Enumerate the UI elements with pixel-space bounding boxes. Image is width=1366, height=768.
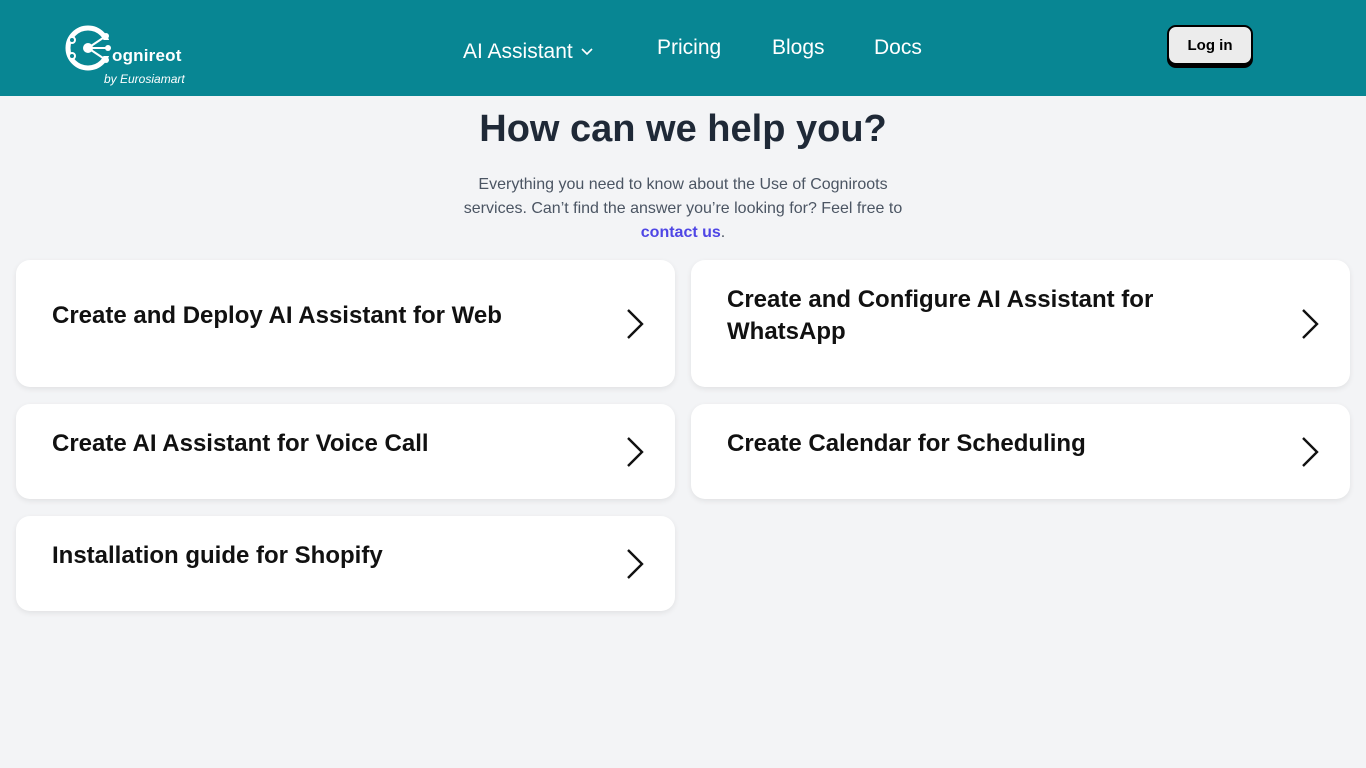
card-deploy-web[interactable]: Create and Deploy AI Assistant for Web	[16, 260, 675, 387]
chevron-right-icon	[627, 437, 644, 467]
page-title: How can we help you?	[479, 108, 887, 150]
card-title: Installation guide for Shopify	[52, 542, 383, 569]
chevron-right-icon	[1302, 309, 1319, 339]
chevron-down-icon	[581, 48, 593, 56]
page-subtitle: Everything you need to know about the Us…	[458, 173, 908, 245]
nav-ai-assistant-label: AI Assistant	[463, 40, 573, 63]
card-title: Create AI Assistant for Voice Call	[52, 430, 429, 457]
card-calendar-scheduling[interactable]: Create Calendar for Scheduling	[691, 404, 1350, 499]
top-header: ognireot by Eurosiamart AI Assistant Pri…	[0, 0, 1366, 96]
nav-ai-assistant-dropdown[interactable]: AI Assistant	[463, 40, 593, 64]
brand-logo[interactable]: ognireot by Eurosiamart	[62, 22, 202, 92]
card-shopify-guide[interactable]: Installation guide for Shopify	[16, 516, 675, 611]
nav-pricing-link[interactable]: Pricing	[657, 36, 721, 60]
subtitle-period: .	[720, 224, 726, 241]
card-title: Create Calendar for Scheduling	[727, 430, 1086, 457]
logo-circuit-icon	[65, 25, 112, 71]
card-configure-whatsapp[interactable]: Create and Configure AI Assistant for Wh…	[691, 260, 1350, 387]
login-button[interactable]: Log in	[1167, 25, 1253, 65]
card-title: Create and Deploy AI Assistant for Web	[52, 302, 502, 329]
chevron-right-icon	[627, 309, 644, 339]
card-voice-call[interactable]: Create AI Assistant for Voice Call	[16, 404, 675, 499]
logo-tagline: by Eurosiamart	[104, 72, 185, 86]
nav-docs-link[interactable]: Docs	[874, 36, 922, 60]
subtitle-text: Everything you need to know about the Us…	[463, 176, 903, 217]
nav-blogs-link[interactable]: Blogs	[772, 36, 825, 60]
chevron-right-icon	[627, 549, 644, 579]
card-title: Create and Configure AI Assistant for Wh…	[727, 286, 1154, 345]
contact-us-link[interactable]: contact us	[641, 224, 721, 241]
logo-wordmark: ognireot	[112, 46, 182, 65]
chevron-right-icon	[1302, 437, 1319, 467]
